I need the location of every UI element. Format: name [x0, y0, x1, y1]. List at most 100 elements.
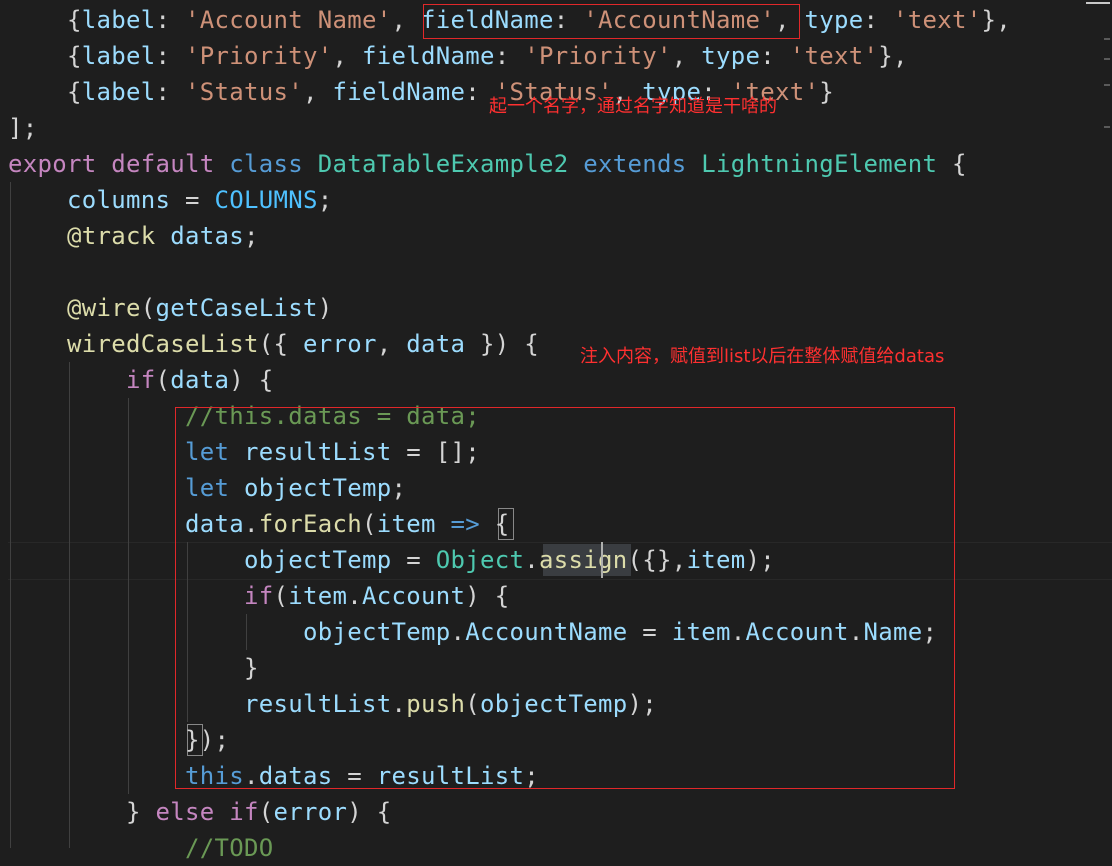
code-token: columns — [67, 186, 171, 214]
code-token: ; — [317, 186, 333, 214]
code-token: getCaseList — [155, 294, 318, 322]
overview-ruler-marker — [1104, 38, 1110, 40]
code-token: label — [81, 78, 156, 106]
code-token: @wire — [67, 294, 141, 322]
overview-ruler-marker — [1104, 58, 1110, 60]
code-token: default — [111, 150, 215, 178]
code-token: : — [863, 6, 893, 34]
code-line[interactable]: //TODO — [8, 830, 274, 866]
code-token: , — [391, 6, 421, 34]
code-token: ; — [244, 222, 259, 250]
code-token: type — [701, 42, 761, 70]
code-token: 'Priority' — [524, 42, 672, 70]
code-token: if — [126, 366, 156, 394]
code-token: = — [170, 186, 215, 214]
code-token: COLUMNS — [214, 186, 318, 214]
code-token: , — [332, 42, 362, 70]
code-token: { — [8, 78, 82, 106]
code-token: data — [406, 330, 466, 358]
code-token: : — [155, 78, 185, 106]
code-token: }) { — [465, 330, 539, 358]
code-token: , — [303, 78, 333, 106]
code-token: { — [937, 150, 967, 178]
code-token: { — [8, 42, 82, 70]
code-token: : — [155, 42, 185, 70]
code-token: } — [8, 798, 156, 826]
overview-ruler-marker — [1104, 126, 1110, 128]
code-line[interactable]: @track datas; — [8, 218, 259, 254]
code-token: ) — [317, 294, 333, 322]
code-token: label — [81, 6, 156, 34]
code-token: } — [819, 78, 834, 106]
code-token: 'text' — [893, 6, 982, 34]
code-editor[interactable]: {label: 'Account Name', fieldName: 'Acco… — [0, 0, 1112, 862]
code-token: , — [671, 42, 702, 70]
code-token: type — [804, 6, 864, 34]
code-line[interactable]: {label: 'Priority', fieldName: 'Priority… — [8, 38, 908, 74]
code-token: 'Priority' — [185, 42, 333, 70]
code-token: , — [376, 330, 407, 358]
code-token: fieldName — [362, 42, 495, 70]
code-token: ]; — [8, 114, 38, 142]
code-line[interactable]: } else if(error) { — [8, 794, 392, 830]
code-line[interactable]: @wire(getCaseList) — [8, 290, 333, 326]
fieldname-annotation: 起一个名字，通过名字知道是干啥的 — [489, 96, 777, 117]
code-token: LightningElement — [701, 150, 938, 178]
code-token: if — [229, 798, 259, 826]
overview-ruler[interactable] — [1086, 0, 1112, 848]
overview-ruler-marker — [1086, 2, 1110, 4]
code-token: ) { — [229, 366, 274, 394]
code-token: : — [494, 42, 525, 70]
code-token: error — [303, 330, 377, 358]
code-token: error — [273, 798, 348, 826]
code-token: else — [155, 798, 215, 826]
code-token: datas — [170, 222, 244, 250]
code-line[interactable]: if(data) { — [8, 362, 274, 398]
code-token: extends — [583, 150, 687, 178]
code-token: DataTableExample2 — [317, 150, 569, 178]
code-line[interactable]: columns = COLUMNS; — [8, 182, 333, 218]
code-token: ) { — [347, 798, 392, 826]
code-token: //TODO — [185, 834, 274, 862]
fieldname-highlight-box — [423, 4, 800, 39]
code-token: : — [155, 6, 185, 34]
code-line[interactable]: ]; — [8, 110, 38, 146]
code-token: 'Account Name' — [185, 6, 392, 34]
code-token: ( — [140, 294, 156, 322]
code-token: label — [81, 42, 156, 70]
code-token: export — [8, 150, 97, 178]
code-token: @track — [67, 222, 156, 250]
code-line[interactable]: wiredCaseList({ error, data }) { — [8, 326, 539, 362]
code-token: }, — [981, 6, 1011, 34]
code-token: ( — [258, 798, 274, 826]
code-token: class — [229, 150, 303, 178]
code-token: 'Status' — [185, 78, 303, 106]
code-token: fieldName — [332, 78, 466, 106]
code-token: { — [8, 6, 82, 34]
code-token: ({ — [258, 330, 303, 358]
block-annotation: 注入内容，赋值到list以后在整体赋值给datas — [580, 346, 945, 367]
code-line[interactable]: export default class DataTableExample2 e… — [8, 146, 967, 182]
code-token: wiredCaseList — [67, 330, 259, 358]
code-block-highlight-box — [175, 407, 955, 789]
code-token: ( — [155, 366, 171, 394]
overview-ruler-marker — [1104, 84, 1110, 86]
code-token: }, — [878, 42, 908, 70]
